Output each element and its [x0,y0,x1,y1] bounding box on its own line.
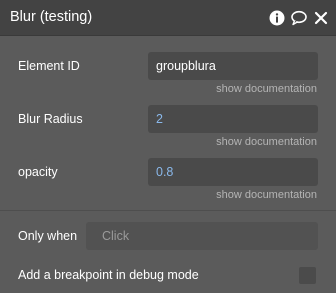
header-icons [268,9,330,27]
only-when-label: Only when [18,229,78,243]
element-id-field[interactable]: groupblura [148,52,318,80]
close-icon[interactable] [312,9,330,27]
element-id-label: Element ID [18,59,80,73]
blur-element-panel: Blur (testing) Element ID groupblura sho… [0,0,336,293]
panel-header: Blur (testing) [0,0,336,36]
only-when-condition-field[interactable]: Click [86,222,318,250]
blur-radius-show-documentation-link[interactable]: show documentation [216,136,317,148]
breakpoint-label: Add a breakpoint in debug mode [18,268,199,282]
blur-radius-label: Blur Radius [18,112,83,126]
blur-radius-field[interactable]: 2 [148,105,318,133]
info-icon[interactable] [268,9,286,27]
opacity-show-documentation-link[interactable]: show documentation [216,189,317,201]
opacity-label: opacity [18,165,58,179]
element-id-show-documentation-link[interactable]: show documentation [216,83,317,95]
breakpoint-checkbox[interactable] [299,267,316,284]
opacity-field[interactable]: 0.8 [148,158,318,186]
section-divider [0,210,336,211]
comment-icon[interactable] [290,9,308,27]
panel-title: Blur (testing) [10,9,93,25]
